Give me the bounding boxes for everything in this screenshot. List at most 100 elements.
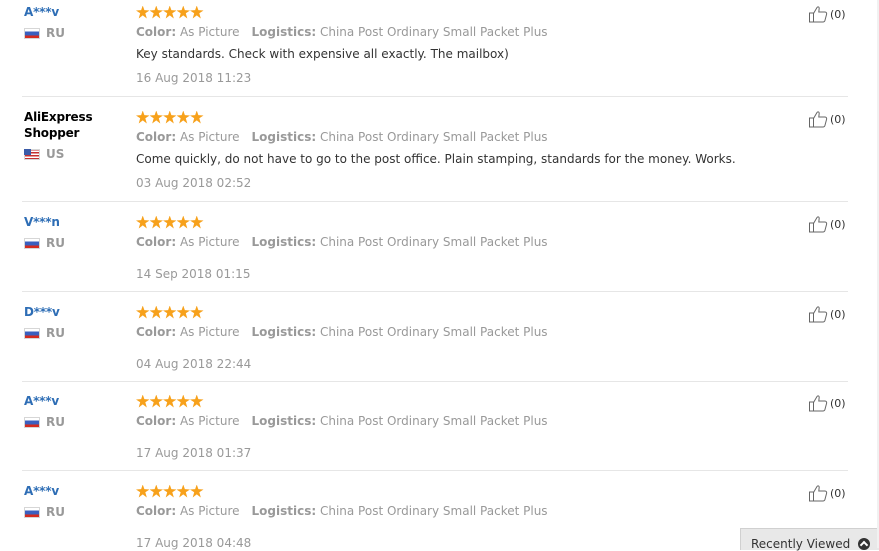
star-rating — [136, 214, 736, 230]
reviewer-country: RU — [24, 26, 124, 40]
star-icon — [163, 394, 177, 408]
review-date: 14 Sep 2018 01:15 — [136, 267, 251, 281]
review-content: Color: As Picture Logistics: China Post O… — [136, 214, 736, 281]
review-date: 17 Aug 2018 04:48 — [136, 536, 252, 550]
star-icon — [149, 305, 163, 319]
star-icon — [190, 110, 204, 124]
color-value: As Picture — [179, 325, 240, 339]
reviewer-name: AliExpress Shopper — [24, 110, 93, 140]
color-value: As Picture — [179, 414, 240, 428]
logistics-value: China Post Ordinary Small Packet Plus — [319, 414, 548, 428]
feedback-list: A***v RU Color: As Picture Logistics: China… — [0, 0, 879, 550]
star-icon — [149, 5, 163, 19]
feedback-item: AliExpress Shopper US Color: As Picture Log… — [0, 105, 848, 202]
star-icon — [163, 215, 177, 229]
star-icon — [149, 110, 163, 124]
star-icon — [176, 305, 190, 319]
thumbs-up-icon — [808, 484, 828, 502]
color-value: As Picture — [179, 130, 240, 144]
logistics-value: China Post Ordinary Small Packet Plus — [319, 325, 548, 339]
helpful-count: (0) — [830, 7, 846, 21]
helpful-button[interactable]: (0) — [808, 5, 846, 23]
helpful-button[interactable]: (0) — [808, 305, 846, 323]
recently-viewed-button[interactable]: Recently Viewed — [740, 528, 879, 551]
flag-ru-icon — [24, 327, 40, 339]
review-date: 16 Aug 2018 11:23 — [136, 71, 252, 85]
star-rating — [136, 4, 736, 20]
star-icon — [136, 215, 150, 229]
reviewer-name[interactable]: A***v — [24, 393, 124, 409]
logistics-label: Logistics: — [251, 235, 317, 249]
star-icon — [163, 305, 177, 319]
country-code: RU — [46, 415, 65, 429]
star-icon — [176, 5, 190, 19]
star-icon — [190, 394, 204, 408]
country-code: RU — [46, 326, 65, 340]
thumbs-up-icon — [808, 5, 828, 23]
feedback-item: A***v RU Color: As Picture Logistics: China… — [0, 0, 848, 97]
color-value: As Picture — [179, 504, 240, 518]
country-code: US — [46, 147, 65, 161]
country-code: RU — [46, 505, 65, 519]
order-attributes: Color: As Picture Logistics: China Post O… — [136, 234, 736, 250]
flag-ru-icon — [24, 237, 40, 249]
logistics-value: China Post Ordinary Small Packet Plus — [319, 130, 548, 144]
reviewer-name[interactable]: A***v — [24, 4, 124, 20]
color-value: As Picture — [179, 25, 240, 39]
flag-ru-icon — [24, 416, 40, 428]
helpful-count: (0) — [830, 486, 846, 500]
order-attributes: Color: As Picture Logistics: China Post O… — [136, 503, 736, 519]
order-attributes: Color: As Picture Logistics: China Post O… — [136, 324, 736, 340]
color-label: Color: — [136, 325, 177, 339]
color-value: As Picture — [179, 235, 240, 249]
reviewer-info: D***v RU — [24, 304, 124, 340]
reviewer-info: A***v RU — [24, 483, 124, 519]
logistics-label: Logistics: — [251, 325, 317, 339]
color-label: Color: — [136, 25, 177, 39]
country-code: RU — [46, 26, 65, 40]
review-text: Come quickly, do not have to go to the p… — [136, 152, 736, 166]
color-label: Color: — [136, 235, 177, 249]
order-attributes: Color: As Picture Logistics: China Post O… — [136, 24, 736, 40]
thumbs-up-icon — [808, 215, 828, 233]
helpful-count: (0) — [830, 307, 846, 321]
feedback-item: V***n RU Color: As Picture Logistics: China… — [0, 210, 848, 292]
star-icon — [136, 394, 150, 408]
thumbs-up-icon — [808, 305, 828, 323]
helpful-button[interactable]: (0) — [808, 394, 846, 412]
reviewer-name[interactable]: V***n — [24, 214, 124, 230]
star-rating — [136, 483, 736, 499]
thumbs-up-icon — [808, 394, 828, 412]
helpful-button[interactable]: (0) — [808, 110, 846, 128]
review-content: Color: As Picture Logistics: China Post O… — [136, 4, 736, 85]
separator — [22, 291, 848, 292]
review-date: 04 Aug 2018 22:44 — [136, 357, 252, 371]
reviewer-country: RU — [24, 415, 124, 429]
star-icon — [136, 305, 150, 319]
star-icon — [190, 305, 204, 319]
helpful-count: (0) — [830, 112, 846, 126]
star-icon — [136, 484, 150, 498]
reviewer-name[interactable]: A***v — [24, 483, 124, 499]
reviewer-info: A***v RU — [24, 393, 124, 429]
flag-ru-icon — [24, 27, 40, 39]
star-icon — [190, 5, 204, 19]
star-icon — [190, 484, 204, 498]
reviewer-name[interactable]: D***v — [24, 304, 124, 320]
helpful-button[interactable]: (0) — [808, 484, 846, 502]
review-content: Color: As Picture Logistics: China Post O… — [136, 109, 736, 190]
helpful-count: (0) — [830, 217, 846, 231]
reviewer-country: RU — [24, 505, 124, 519]
helpful-button[interactable]: (0) — [808, 215, 846, 233]
logistics-value: China Post Ordinary Small Packet Plus — [319, 235, 548, 249]
logistics-value: China Post Ordinary Small Packet Plus — [319, 504, 548, 518]
star-icon — [149, 484, 163, 498]
color-label: Color: — [136, 130, 177, 144]
star-rating — [136, 304, 736, 320]
separator — [22, 201, 848, 202]
country-code: RU — [46, 236, 65, 250]
review-content: Color: As Picture Logistics: China Post O… — [136, 304, 736, 371]
flag-us-icon — [24, 148, 40, 160]
reviewer-country: US — [24, 147, 124, 161]
star-icon — [149, 215, 163, 229]
